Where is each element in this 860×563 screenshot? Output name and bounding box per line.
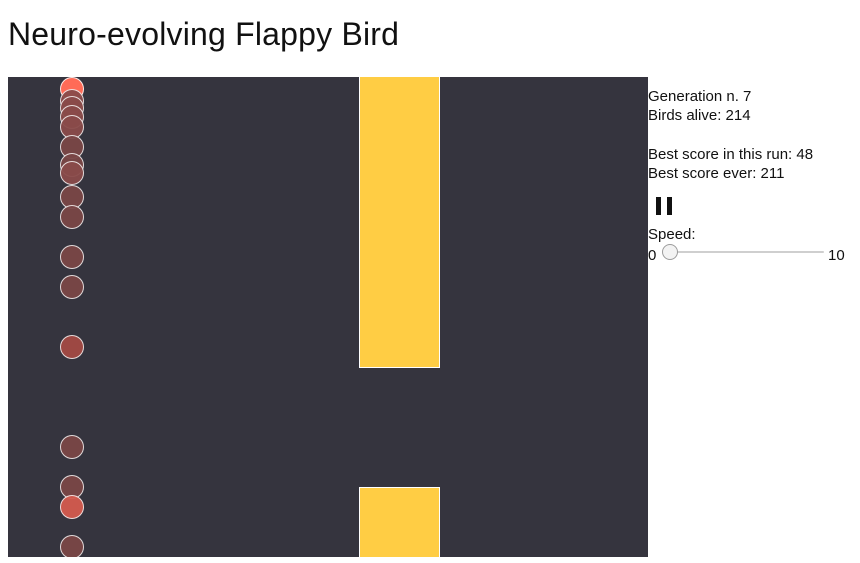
best-score-ever-text: Best score ever: 211 <box>648 165 785 182</box>
slider-track[interactable] <box>668 251 824 253</box>
best-score-run-text: Best score in this run: 48 <box>648 146 814 163</box>
bird <box>60 275 84 299</box>
pipe-top <box>359 77 440 368</box>
speed-slider[interactable]: 0 10 <box>648 244 860 268</box>
slider-thumb[interactable] <box>662 244 678 260</box>
bird <box>60 335 84 359</box>
birds-alive-text: Birds alive: 214 <box>648 107 751 124</box>
game-canvas[interactable] <box>8 77 648 557</box>
speed-label: Speed: <box>648 226 696 243</box>
pause-icon <box>656 197 661 215</box>
page-title: Neuro-evolving Flappy Bird <box>8 16 400 52</box>
stats-panel: Generation n. 7 Birds alive: 214 Best sc… <box>648 87 860 268</box>
bird <box>60 435 84 459</box>
bird <box>60 535 84 557</box>
generation-text: Generation n. 7 <box>648 88 752 105</box>
pipe-bottom <box>359 487 440 557</box>
speed-max-label: 10 <box>828 247 845 264</box>
pause-button[interactable] <box>656 197 672 215</box>
bird <box>60 495 84 519</box>
speed-min-label: 0 <box>648 247 657 264</box>
bird <box>60 245 84 269</box>
bird <box>60 205 84 229</box>
bird <box>60 161 84 185</box>
